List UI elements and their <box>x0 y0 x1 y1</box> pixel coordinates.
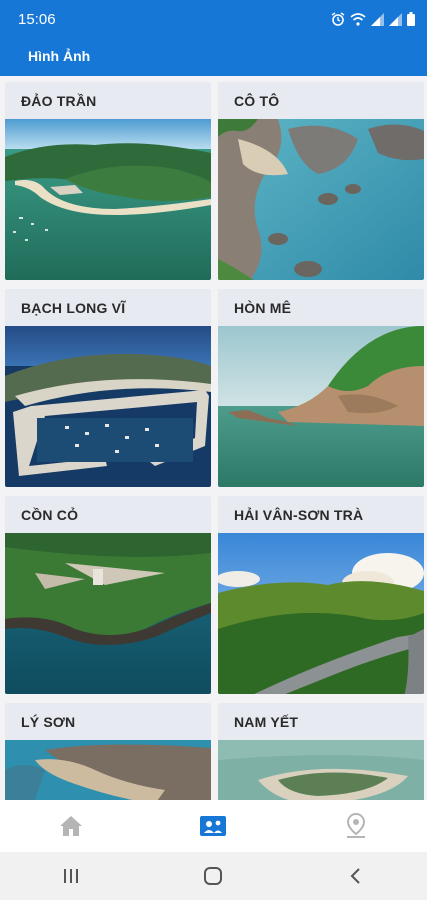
app-bar: 15:06 Hình Ảnh <box>0 0 427 76</box>
card-image <box>218 533 424 694</box>
card-con-co[interactable]: CỒN CỎ <box>5 496 211 694</box>
bottom-nav <box>0 800 427 852</box>
card-image <box>5 740 211 800</box>
home-icon <box>60 816 83 836</box>
nav-map-button[interactable] <box>326 806 386 846</box>
card-title: HẢI VÂN-SƠN TRÀ <box>218 496 424 533</box>
card-title: CỒN CỎ <box>5 496 211 533</box>
card-image <box>218 326 424 487</box>
alarm-icon <box>331 12 345 26</box>
back-chevron-icon <box>350 868 360 884</box>
nav-home-button[interactable] <box>41 806 101 846</box>
card-hon-me[interactable]: HÒN MÊ <box>218 289 424 487</box>
gallery-icon <box>200 816 227 836</box>
card-title: BẠCH LONG VĨ <box>5 289 211 326</box>
status-icons <box>331 12 415 26</box>
photo-grid: ĐẢO TRẦN CÔ TÔ BẠCH LONG VĨ HÒN MÊ CỒN C… <box>0 76 427 800</box>
signal-icon <box>371 12 384 26</box>
card-title: NAM YẾT <box>218 703 424 740</box>
card-title: HÒN MÊ <box>218 289 424 326</box>
card-bach-long-vi[interactable]: BẠCH LONG VĨ <box>5 289 211 487</box>
recent-apps-icon <box>64 869 79 883</box>
card-dao-tran[interactable]: ĐẢO TRẦN <box>5 82 211 280</box>
home-system-button[interactable] <box>183 856 243 896</box>
card-image <box>5 326 211 487</box>
card-image <box>218 119 424 280</box>
card-image <box>5 119 211 280</box>
recent-apps-button[interactable] <box>41 856 101 896</box>
card-image <box>218 740 424 800</box>
card-title: CÔ TÔ <box>218 82 424 119</box>
wifi-icon <box>350 12 366 26</box>
card-co-to[interactable]: CÔ TÔ <box>218 82 424 280</box>
card-nam-yet[interactable]: NAM YẾT <box>218 703 424 800</box>
battery-icon <box>407 12 415 26</box>
card-hai-van-son-tra[interactable]: HẢI VÂN-SƠN TRÀ <box>218 496 424 694</box>
signal-icon-2 <box>389 12 402 26</box>
location-pin-icon <box>346 812 365 838</box>
status-time: 15:06 <box>18 11 56 28</box>
nav-gallery-button[interactable] <box>183 806 243 846</box>
home-circle-icon <box>204 867 223 885</box>
card-image <box>5 533 211 694</box>
back-button[interactable] <box>326 856 386 896</box>
system-nav-bar <box>0 852 427 900</box>
card-title: ĐẢO TRẦN <box>5 82 211 119</box>
card-title: LÝ SƠN <box>5 703 211 740</box>
card-ly-son[interactable]: LÝ SƠN <box>5 703 211 800</box>
page-title: Hình Ảnh <box>28 48 91 64</box>
